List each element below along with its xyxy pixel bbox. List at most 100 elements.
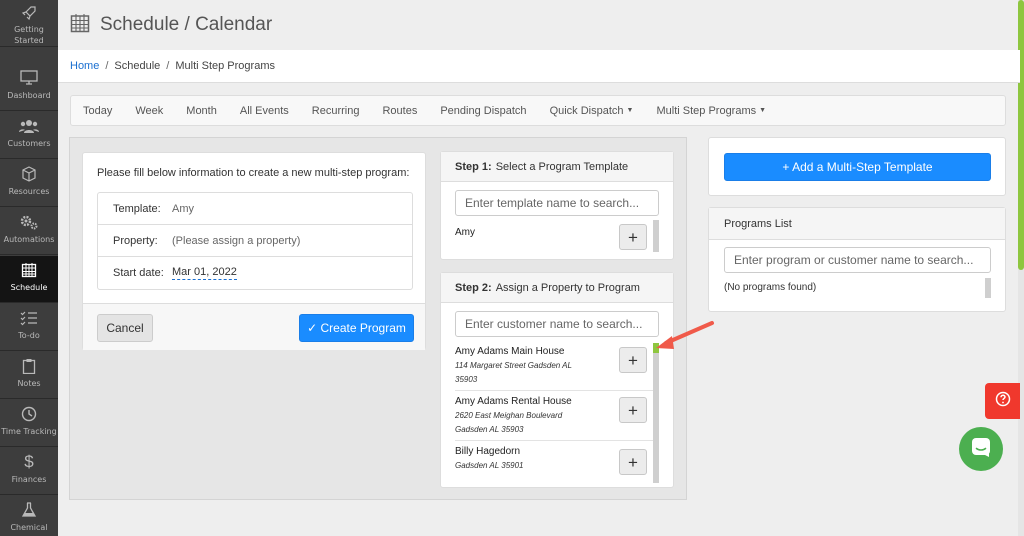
- flask-icon: [19, 501, 39, 519]
- sidebar-item-label: Time Tracking: [1, 427, 57, 436]
- property-address-line1: 114 Margaret Street Gadsden AL: [455, 361, 572, 370]
- page-header: Schedule / Calendar: [58, 0, 1020, 50]
- step1-heading: Step 1: Select a Program Template: [441, 152, 673, 182]
- gears-icon: [19, 213, 39, 231]
- start-date-row: Start date: Mar 01, 2022: [98, 257, 412, 289]
- step2-heading: Step 2: Assign a Property to Program: [441, 273, 673, 303]
- nav-multi-step-programs-dropdown[interactable]: Multi Step Programs ▼: [656, 105, 766, 117]
- breadcrumb-schedule[interactable]: Schedule: [114, 60, 160, 72]
- start-date-label: Start date:: [113, 267, 164, 279]
- cancel-button[interactable]: Cancel: [97, 314, 153, 342]
- start-date-picker[interactable]: Mar 01, 2022: [172, 266, 237, 280]
- nav-label: Quick Dispatch: [549, 104, 624, 117]
- sidebar-item-label: Automations: [3, 235, 55, 244]
- calendar-icon: [70, 13, 90, 38]
- program-info-table: Template: Amy Property: (Please assign a…: [97, 192, 413, 290]
- property-address-line1: Gadsden AL 35901: [455, 461, 524, 470]
- customer-search-input[interactable]: [455, 311, 659, 337]
- step2-title: Assign a Property to Program: [495, 281, 640, 294]
- add-property-button[interactable]: +: [619, 449, 647, 475]
- help-button[interactable]: [985, 383, 1020, 419]
- program-form-card: Please fill below information to create …: [82, 152, 426, 350]
- clipboard-icon: [19, 357, 39, 375]
- step1-card: Step 1: Select a Program Template Amy +: [440, 151, 674, 260]
- property-list-scrollbar[interactable]: [653, 343, 659, 483]
- template-row: Template: Amy: [98, 193, 412, 225]
- sidebar-item-dashboard[interactable]: Dashboard: [0, 64, 58, 111]
- add-template-button[interactable]: +: [619, 224, 647, 250]
- property-value: (Please assign a property): [172, 234, 301, 247]
- template-search-input[interactable]: [455, 190, 659, 216]
- nav-week[interactable]: Week: [135, 105, 163, 117]
- dollar-icon: $: [24, 452, 34, 471]
- programs-list-title: Programs List: [709, 208, 1005, 240]
- sidebar-item-notes[interactable]: Notes: [0, 352, 58, 399]
- programs-empty-text: (No programs found): [724, 282, 817, 293]
- sidebar-item-time-tracking[interactable]: Time Tracking: [0, 400, 58, 447]
- page-title: Schedule / Calendar: [100, 14, 273, 35]
- sidebar-item-chemical[interactable]: Chemical: [0, 496, 58, 536]
- add-property-button[interactable]: +: [619, 347, 647, 373]
- sidebar-item-automations[interactable]: Automations: [0, 208, 58, 255]
- nav-recurring[interactable]: Recurring: [312, 105, 360, 117]
- nav-routes[interactable]: Routes: [382, 105, 417, 117]
- sidebar-item-schedule[interactable]: Schedule: [0, 256, 58, 303]
- clock-icon: [19, 405, 39, 423]
- sidebar-item-resources[interactable]: Resources: [0, 160, 58, 207]
- box-icon: [19, 165, 39, 183]
- annotation-arrow-icon: [656, 321, 714, 349]
- nav-all-events[interactable]: All Events: [240, 105, 289, 117]
- breadcrumb-separator: /: [166, 60, 170, 72]
- programs-list-scrollbar[interactable]: [985, 278, 991, 298]
- sidebar-item-label: Finances: [11, 475, 47, 484]
- sidebar-item-label: Resources: [8, 187, 50, 196]
- step2-card: Step 2: Assign a Property to Program Amy…: [440, 272, 674, 488]
- checklist-icon: [19, 309, 39, 327]
- property-label: Property:: [113, 234, 158, 247]
- step2-number: Step 2:: [455, 281, 492, 294]
- sidebar-item-customers[interactable]: Customers: [0, 112, 58, 159]
- property-row: Property: (Please assign a property): [98, 225, 412, 257]
- caret-down-icon: ▼: [759, 107, 767, 115]
- nav-label: Multi Step Programs: [656, 104, 757, 117]
- template-label: Template:: [113, 202, 161, 215]
- add-property-button[interactable]: +: [619, 397, 647, 423]
- monitor-icon: [19, 69, 39, 87]
- sidebar-item-label: Notes: [17, 379, 41, 388]
- rocket-icon: [19, 5, 39, 21]
- sidebar-item-todo[interactable]: To-do: [0, 304, 58, 351]
- breadcrumb: Home / Schedule / Multi Step Programs: [58, 50, 1020, 83]
- sidebar-item-finances[interactable]: $ Finances: [0, 448, 58, 495]
- sidebar-item-label: To-do: [18, 331, 40, 340]
- create-program-button[interactable]: ✓ Create Program: [299, 314, 414, 342]
- list-divider: [455, 440, 659, 441]
- template-list-scrollbar[interactable]: [653, 220, 659, 252]
- calendar-icon: [19, 261, 39, 279]
- breadcrumb-home-link[interactable]: Home: [70, 60, 99, 72]
- program-search-input[interactable]: [724, 247, 991, 273]
- sidebar: Getting Started Dashboard Customers Reso…: [0, 0, 58, 536]
- users-icon: [19, 117, 39, 135]
- programs-list-card: Programs List (No programs found): [708, 207, 1006, 312]
- property-address-line2: 35903: [455, 375, 478, 384]
- nav-pending-dispatch[interactable]: Pending Dispatch: [440, 105, 526, 117]
- step1-title: Select a Program Template: [495, 160, 629, 173]
- chat-widget-button[interactable]: [959, 427, 1003, 471]
- sidebar-item-label: Dashboard: [7, 91, 51, 100]
- sidebar-item-label: Customers: [7, 139, 51, 148]
- caret-down-icon: ▼: [626, 107, 634, 115]
- sidebar-item-label: Schedule: [10, 283, 48, 292]
- nav-month[interactable]: Month: [186, 105, 217, 117]
- add-template-card: + Add a Multi-Step Template: [708, 137, 1006, 196]
- sidebar-item-getting-started[interactable]: Getting Started: [0, 0, 58, 47]
- sidebar-item-label: Getting Started: [14, 25, 44, 45]
- list-divider: [455, 390, 659, 391]
- add-multi-step-template-button[interactable]: + Add a Multi-Step Template: [724, 153, 991, 181]
- nav-today[interactable]: Today: [83, 105, 112, 117]
- nav-quick-dispatch-dropdown[interactable]: Quick Dispatch ▼: [550, 105, 634, 117]
- property-address-line1: 2620 East Meighan Boulevard: [455, 411, 563, 420]
- step1-number: Step 1:: [455, 160, 492, 173]
- schedule-nav: Today Week Month All Events Recurring Ro…: [70, 95, 1006, 126]
- breadcrumb-separator: /: [105, 60, 109, 72]
- page-scrollbar-thumb[interactable]: [1018, 0, 1024, 270]
